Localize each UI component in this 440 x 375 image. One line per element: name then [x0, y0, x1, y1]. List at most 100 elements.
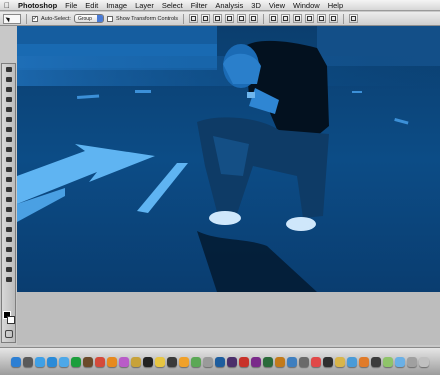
- menu-layer[interactable]: Layer: [131, 1, 158, 10]
- align-hcenter-icon[interactable]: [237, 14, 247, 23]
- terminal-icon[interactable]: [143, 356, 153, 367]
- options-bar: ✓ Auto-Select: Group Show Transform Cont…: [0, 12, 440, 26]
- quick-select-tool-icon[interactable]: [2, 95, 15, 104]
- menu-edit[interactable]: Edit: [81, 1, 102, 10]
- photoshop-icon[interactable]: [215, 356, 225, 367]
- flash-icon[interactable]: [251, 356, 261, 367]
- downloads-stack-icon[interactable]: [395, 356, 405, 367]
- menu-app-photoshop[interactable]: Photoshop: [14, 1, 61, 10]
- pen-tool-icon[interactable]: [2, 205, 15, 214]
- show-transform-checkbox[interactable]: [106, 15, 113, 22]
- finder-icon[interactable]: [11, 356, 21, 367]
- apple-menu-icon[interactable]: : [0, 1, 14, 10]
- itunes-icon[interactable]: [119, 356, 129, 367]
- align-top-icon[interactable]: [189, 14, 199, 23]
- preview-icon[interactable]: [107, 356, 117, 367]
- document-canvas[interactable]: [17, 26, 440, 292]
- system-preferences-icon[interactable]: [203, 356, 213, 367]
- app-icon[interactable]: [347, 356, 357, 367]
- menu-3d[interactable]: 3D: [247, 1, 265, 10]
- show-transform-label: Show Transform Controls: [115, 15, 179, 22]
- app-icon[interactable]: [299, 356, 309, 367]
- lasso-tool-icon[interactable]: [2, 85, 15, 94]
- move-tool-icon[interactable]: [2, 65, 15, 74]
- crop-tool-icon[interactable]: [2, 105, 15, 114]
- dock: [0, 347, 440, 375]
- zoom-tool-icon[interactable]: [2, 275, 15, 284]
- gradient-tool-icon[interactable]: [2, 175, 15, 184]
- safari-icon[interactable]: [35, 356, 45, 367]
- dodge-tool-icon[interactable]: [2, 195, 15, 204]
- path-select-tool-icon[interactable]: [2, 225, 15, 234]
- chevron-down-icon: [96, 15, 103, 22]
- utility-icon[interactable]: [191, 356, 201, 367]
- app-icon[interactable]: [311, 356, 321, 367]
- premiere-icon[interactable]: [227, 356, 237, 367]
- distribute-vcenter-icon[interactable]: [281, 14, 291, 23]
- brush-tool-icon[interactable]: [2, 135, 15, 144]
- dreamweaver-icon[interactable]: [263, 356, 273, 367]
- distribute-left-icon[interactable]: [305, 14, 315, 23]
- auto-select-dropdown[interactable]: Group: [73, 14, 104, 23]
- app-icon[interactable]: [323, 356, 333, 367]
- acrobat-icon[interactable]: [239, 356, 249, 367]
- vlc-icon[interactable]: [179, 356, 189, 367]
- align-right-icon[interactable]: [249, 14, 259, 23]
- align-vcenter-icon[interactable]: [201, 14, 211, 23]
- menu-help[interactable]: Help: [324, 1, 347, 10]
- distribute-hcenter-icon[interactable]: [317, 14, 327, 23]
- divider: [26, 13, 27, 24]
- app-icon[interactable]: [287, 356, 297, 367]
- healing-brush-tool-icon[interactable]: [2, 125, 15, 134]
- distribute-bottom-icon[interactable]: [293, 14, 303, 23]
- iphoto-icon[interactable]: [131, 356, 141, 367]
- divider: [343, 13, 345, 24]
- menu-window[interactable]: Window: [289, 1, 324, 10]
- auto-select-checkbox[interactable]: ✓: [32, 15, 38, 22]
- dashboard-icon[interactable]: [23, 356, 33, 367]
- eyedropper-tool-icon[interactable]: [2, 115, 15, 124]
- eraser-tool-icon[interactable]: [2, 165, 15, 174]
- ichat-icon[interactable]: [59, 356, 69, 367]
- distribute-top-icon[interactable]: [269, 14, 279, 23]
- pasteboard-area: [17, 292, 440, 345]
- quick-mask-icon[interactable]: [5, 330, 13, 338]
- align-left-icon[interactable]: [225, 14, 235, 23]
- 3d-rotate-tool-icon[interactable]: [2, 245, 15, 254]
- divider: [183, 13, 185, 24]
- address-book-icon[interactable]: [83, 356, 93, 367]
- 3d-orbit-tool-icon[interactable]: [2, 255, 15, 264]
- notes-icon[interactable]: [155, 356, 165, 367]
- align-bottom-icon[interactable]: [213, 14, 223, 23]
- documents-stack-icon[interactable]: [407, 356, 417, 367]
- ical-icon[interactable]: [95, 356, 105, 367]
- type-tool-icon[interactable]: [2, 215, 15, 224]
- clone-stamp-tool-icon[interactable]: [2, 145, 15, 154]
- hand-tool-icon[interactable]: [2, 265, 15, 274]
- mail-icon[interactable]: [47, 356, 57, 367]
- menu-filter[interactable]: Filter: [187, 1, 212, 10]
- app-icon[interactable]: [335, 356, 345, 367]
- auto-align-layers-icon[interactable]: [349, 14, 359, 23]
- background-color-swatch[interactable]: [7, 316, 15, 324]
- app-icon[interactable]: [383, 356, 393, 367]
- trash-icon[interactable]: [419, 356, 429, 367]
- shape-tool-icon[interactable]: [2, 235, 15, 244]
- auto-select-label: Auto-Select:: [41, 15, 71, 22]
- tool-preset-picker[interactable]: [3, 13, 21, 24]
- menu-file[interactable]: File: [61, 1, 81, 10]
- menu-view[interactable]: View: [265, 1, 289, 10]
- marquee-tool-icon[interactable]: [2, 75, 15, 84]
- app-icon[interactable]: [371, 356, 381, 367]
- app-icon[interactable]: [167, 356, 177, 367]
- auto-select-value: Group: [77, 15, 92, 22]
- menu-image[interactable]: Image: [102, 1, 131, 10]
- history-brush-tool-icon[interactable]: [2, 155, 15, 164]
- facetime-icon[interactable]: [71, 356, 81, 367]
- app-icon[interactable]: [359, 356, 369, 367]
- menu-select[interactable]: Select: [158, 1, 187, 10]
- distribute-right-icon[interactable]: [329, 14, 339, 23]
- blur-tool-icon[interactable]: [2, 185, 15, 194]
- menu-analysis[interactable]: Analysis: [211, 1, 247, 10]
- illustrator-icon[interactable]: [275, 356, 285, 367]
